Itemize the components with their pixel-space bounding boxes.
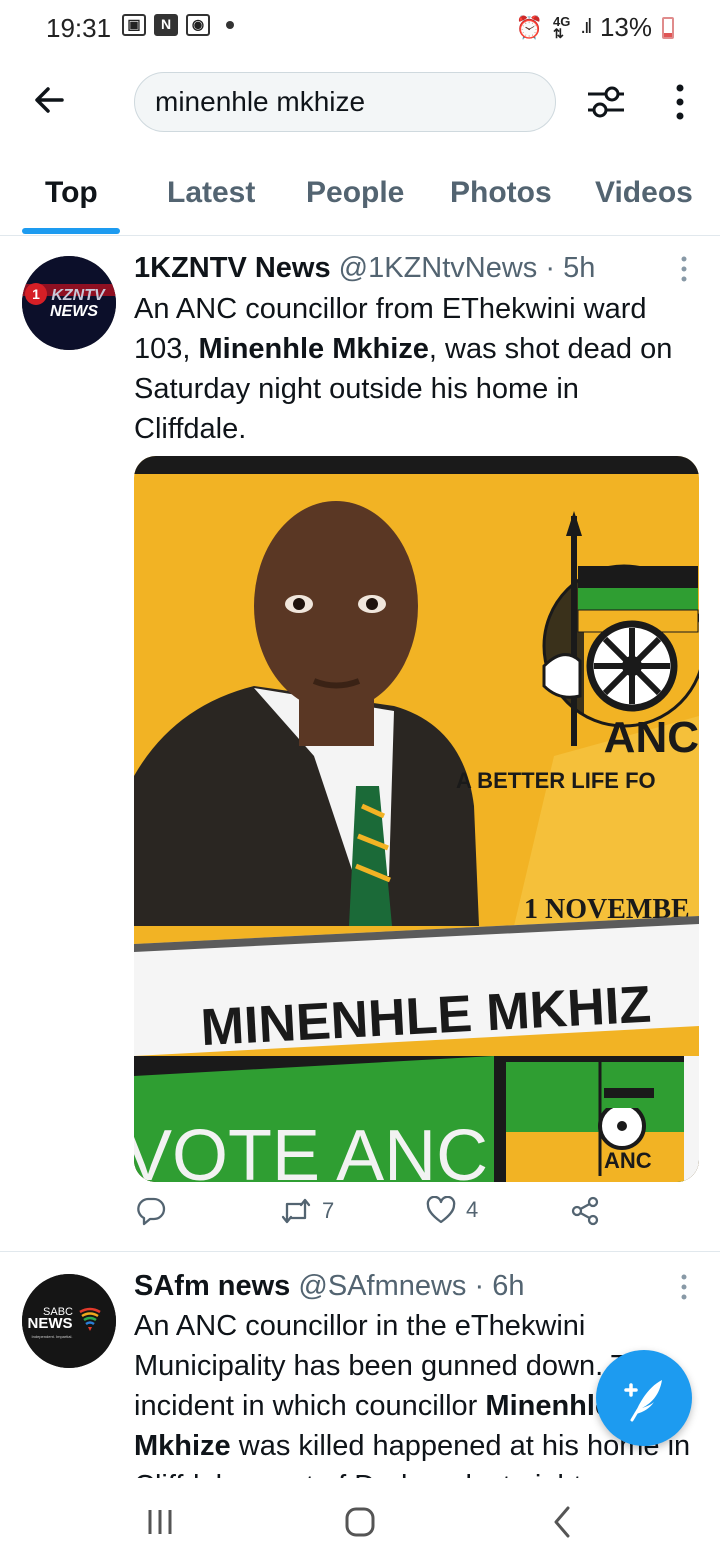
alarm-icon: ⏰ — [515, 14, 544, 40]
more-notifications-icon — [226, 21, 234, 29]
retweet-button[interactable]: 7 — [280, 1196, 334, 1226]
avatar[interactable]: 1 KZNTV NEWS — [22, 256, 116, 350]
heart-icon — [426, 1196, 456, 1224]
compose-feather-icon — [624, 1380, 662, 1422]
svg-text:1: 1 — [32, 286, 40, 302]
reply-button[interactable] — [136, 1196, 166, 1226]
battery-icon — [662, 16, 674, 39]
tweet-image[interactable]: ANC A BETTER LIFE FO 1 NOVEMBE MINENHLE … — [134, 456, 699, 1182]
search-filter-icon[interactable] — [584, 80, 628, 124]
compose-tweet-button[interactable] — [596, 1350, 692, 1446]
avatar[interactable]: SABC NEWS Independent. Impartial. — [22, 1274, 116, 1368]
share-icon — [571, 1196, 599, 1226]
reply-icon — [137, 1197, 166, 1226]
author-name[interactable]: SAfm news — [134, 1270, 290, 1302]
highlighted-term: Minenhle — [485, 1390, 612, 1422]
search-toolbar: minenhle mkhize — [0, 62, 720, 142]
sabc-tagline: Independent. Impartial. — [32, 1334, 73, 1339]
retweet-count: 7 — [322, 1198, 335, 1223]
poster-vote-text: VOTE ANC — [134, 1116, 488, 1182]
tweet-divider — [0, 1251, 720, 1252]
tweet-header: 1KZNTV News @1KZNtvNews · 5h — [134, 252, 595, 285]
poster-slogan: A BETTER LIFE FO — [456, 768, 656, 793]
tweet-time: · 6h — [474, 1270, 525, 1302]
tab-latest[interactable]: Latest — [167, 176, 255, 210]
tab-videos[interactable]: Videos — [595, 176, 693, 210]
highlighted-term: Mkhize — [134, 1430, 231, 1462]
like-count: 4 — [466, 1197, 479, 1222]
network-4g-icon: 4G ⇅ — [553, 13, 571, 41]
tweet-text: An ANC councillor from EThekwini ward 10… — [134, 289, 694, 449]
tweet-more-icon[interactable] — [674, 254, 694, 284]
home-icon[interactable] — [340, 1502, 380, 1542]
back-arrow-icon[interactable] — [30, 80, 70, 120]
kzntv-logo: 1 KZNTV NEWS — [22, 256, 116, 350]
recent-apps-icon[interactable] — [140, 1502, 180, 1542]
retweet-icon — [281, 1198, 311, 1224]
status-bar: 19:31 ▣ N ◉ ⏰ 4G ⇅ .ıl 13% — [0, 0, 720, 56]
gallery-icon: ▣ — [122, 14, 146, 36]
anc-logo-text: ANC — [604, 713, 699, 762]
svg-text:NEWS: NEWS — [50, 303, 98, 320]
notification-icons: ▣ N ◉ — [122, 14, 234, 36]
author-name[interactable]: 1KZNTV News — [134, 252, 331, 284]
search-input[interactable]: minenhle mkhize — [134, 72, 556, 132]
signal-icon: .ıl — [580, 16, 591, 38]
tweet-header: SAfm news @SAfmnews · 6h — [134, 1270, 524, 1303]
status-time: 19:31 — [46, 13, 112, 43]
search-tabs: Top Latest People Photos Videos — [0, 160, 720, 236]
tab-photos[interactable]: Photos — [450, 176, 552, 210]
small-anc-logo-text: ANC — [604, 1148, 652, 1173]
active-tab-indicator — [22, 228, 120, 234]
news-app-icon: N — [154, 14, 178, 36]
camera-app-icon: ◉ — [186, 14, 210, 36]
battery-percent: 13% — [599, 12, 652, 42]
system-navigation-bar — [0, 1478, 720, 1560]
system-icons: ⏰ 4G ⇅ .ıl 13% — [516, 12, 674, 43]
author-handle: @SAfmnews — [298, 1270, 467, 1302]
more-options-icon[interactable] — [664, 80, 696, 124]
tab-top[interactable]: Top — [45, 176, 98, 210]
svg-text:NEWS: NEWS — [28, 1315, 73, 1332]
campaign-poster: ANC A BETTER LIFE FO 1 NOVEMBE MINENHLE … — [134, 456, 699, 1182]
like-button[interactable]: 4 — [426, 1196, 478, 1224]
tweet-time: · 5h — [545, 252, 596, 284]
svg-text:KZNTV: KZNTV — [51, 287, 106, 304]
tweet-actions: 7 4 — [134, 1196, 614, 1240]
author-handle: @1KZNtvNews — [338, 252, 538, 284]
highlighted-term: Minenhle Mkhize — [198, 333, 429, 365]
back-nav-icon[interactable] — [542, 1502, 582, 1542]
tab-people[interactable]: People — [306, 176, 404, 210]
sabc-news-logo: SABC NEWS Independent. Impartial. — [22, 1274, 116, 1368]
share-button[interactable] — [570, 1196, 600, 1226]
tweet-more-icon[interactable] — [674, 1272, 694, 1302]
